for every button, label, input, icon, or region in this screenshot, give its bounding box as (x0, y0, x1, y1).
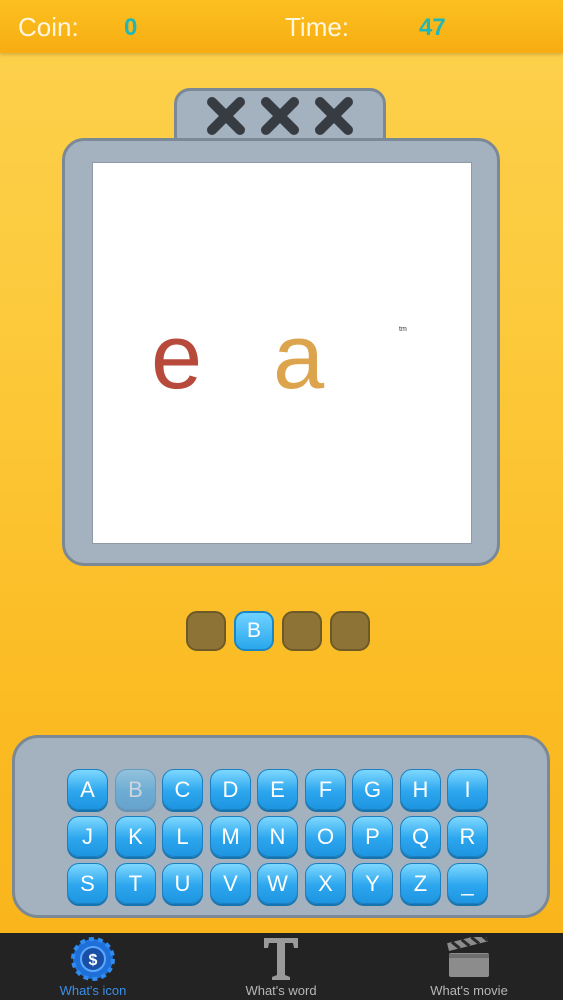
clapperboard-icon (447, 937, 489, 977)
puzzle-image: e a tm (92, 162, 472, 544)
nav-label: What's word (245, 983, 317, 998)
key-d[interactable]: D (210, 769, 251, 810)
key-space[interactable]: _ (447, 863, 488, 904)
x-icon (315, 97, 353, 135)
nav-whats-icon[interactable]: $ What's icon (38, 933, 148, 1000)
key-s[interactable]: S (67, 863, 108, 904)
key-n[interactable]: N (257, 816, 298, 857)
answer-slot[interactable] (186, 611, 226, 651)
key-q[interactable]: Q (400, 816, 441, 857)
key-r[interactable]: R (447, 816, 488, 857)
trademark-mark: tm (399, 326, 407, 333)
top-status-bar: Coin: 0 Time: 47 (0, 0, 563, 53)
nav-whats-movie[interactable]: What's movie (414, 933, 524, 1000)
key-h[interactable]: H (400, 769, 441, 810)
coin-label: Coin: (18, 12, 79, 42)
key-m[interactable]: M (210, 816, 251, 857)
key-p[interactable]: P (352, 816, 393, 857)
key-c[interactable]: C (162, 769, 203, 810)
key-y[interactable]: Y (352, 863, 393, 904)
nav-label: What's icon (59, 983, 127, 998)
bottom-navigation: $ What's icon What's word What's movie (0, 933, 563, 1000)
key-u[interactable]: U (162, 863, 203, 904)
answer-slot[interactable]: B (234, 611, 274, 651)
answer-slot[interactable] (330, 611, 370, 651)
key-z[interactable]: Z (400, 863, 441, 904)
time-value: 47 (419, 14, 446, 41)
coin-icon: $ (71, 937, 115, 981)
key-l[interactable]: L (162, 816, 203, 857)
key-f[interactable]: F (305, 769, 346, 810)
x-icon (261, 97, 299, 135)
coin-value: 0 (124, 14, 138, 41)
key-k[interactable]: K (115, 816, 156, 857)
key-e[interactable]: E (257, 769, 298, 810)
key-t[interactable]: T (115, 863, 156, 904)
key-x[interactable]: X (305, 863, 346, 904)
key-g[interactable]: G (352, 769, 393, 810)
nav-whats-word[interactable]: What's word (226, 933, 336, 1000)
key-i[interactable]: I (447, 769, 488, 810)
puzzle-letter-e: e (151, 306, 203, 408)
letter-t-icon (264, 938, 298, 980)
key-v[interactable]: V (210, 863, 251, 904)
key-j[interactable]: J (67, 816, 108, 857)
nav-label: What's movie (430, 983, 508, 998)
key-w[interactable]: W (257, 863, 298, 904)
key-a[interactable]: A (67, 769, 108, 810)
x-icon (207, 97, 245, 135)
puzzle-letter-a: a (273, 306, 325, 408)
time-label: Time: (285, 12, 350, 42)
svg-text:$: $ (89, 952, 98, 969)
answer-slot[interactable] (282, 611, 322, 651)
key-b[interactable]: B (115, 769, 156, 810)
key-o[interactable]: O (305, 816, 346, 857)
